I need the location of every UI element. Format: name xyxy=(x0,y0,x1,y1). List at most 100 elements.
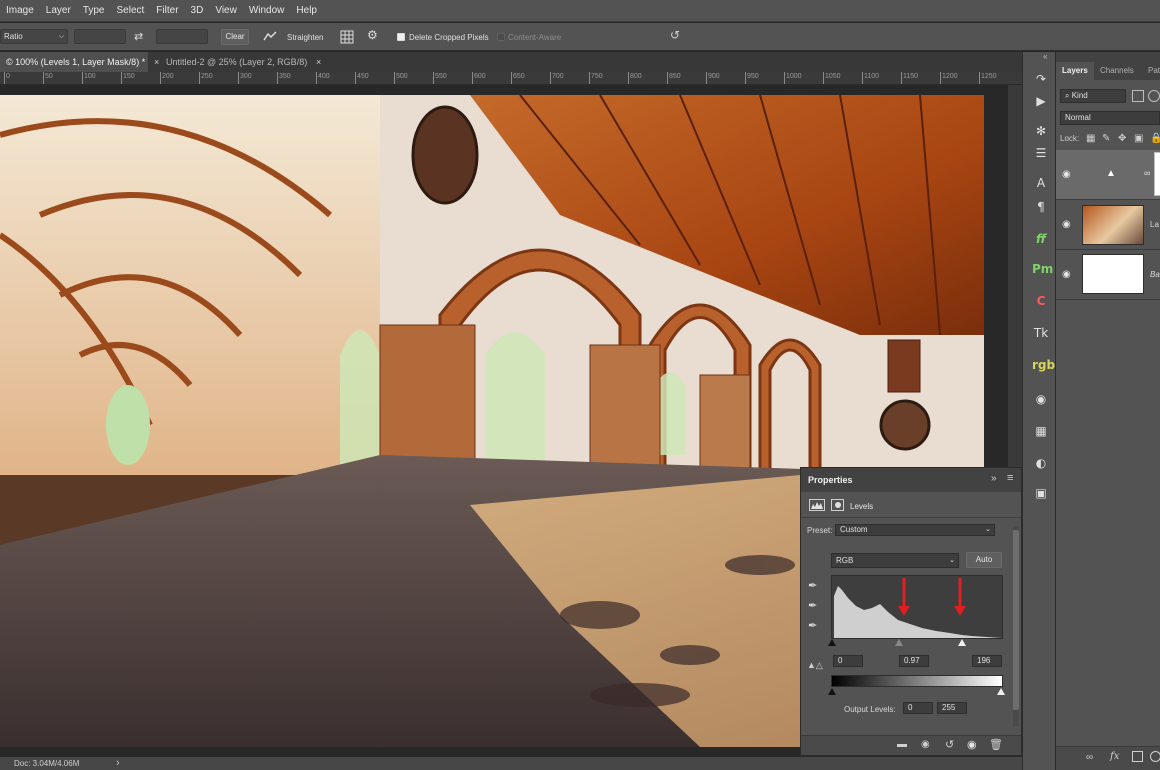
kind-filter-select[interactable]: ⌕ Kind xyxy=(1060,89,1126,103)
close-icon[interactable]: × xyxy=(316,52,321,72)
fx-icon[interactable]: fx xyxy=(1110,751,1119,762)
levels-adjustment-icon[interactable] xyxy=(809,499,825,511)
eye-icon[interactable]: ◉ xyxy=(1062,169,1073,180)
height-input[interactable] xyxy=(156,29,208,44)
tab-paths[interactable]: Path xyxy=(1142,62,1160,80)
input-white-slider[interactable] xyxy=(958,639,966,646)
collapse-icon[interactable]: « xyxy=(1043,52,1047,61)
tab-untitled-2[interactable]: Untitled-2 @ 25% (Layer 2, RGB/8) * xyxy=(160,52,310,87)
eye-icon[interactable]: ◉ xyxy=(1062,269,1073,280)
input-white-field[interactable]: 196 xyxy=(972,655,1002,667)
output-black-field[interactable]: 0 xyxy=(903,702,933,714)
lock-transparent-icon[interactable]: ▦ xyxy=(1086,133,1095,144)
lock-move-icon[interactable]: ✥ xyxy=(1118,133,1126,144)
eye-icon[interactable]: ◉ xyxy=(1062,219,1073,230)
tab-layers[interactable]: Layers xyxy=(1056,62,1094,80)
straighten-icon[interactable] xyxy=(263,31,277,41)
status-menu-arrow[interactable]: › xyxy=(116,757,120,769)
input-black-field[interactable]: 0 xyxy=(833,655,863,667)
ruler-number: 850 xyxy=(669,73,681,80)
plugin-rgb-icon[interactable]: rgb xyxy=(1032,356,1055,374)
image-filter-icon[interactable] xyxy=(1132,90,1144,102)
lock-all-icon[interactable]: 🔒 xyxy=(1150,133,1160,144)
menu-type[interactable]: Type xyxy=(77,5,111,16)
plugin-tk-icon[interactable]: Tk xyxy=(1032,324,1050,342)
brushes-icon[interactable]: ☰ xyxy=(1032,144,1050,162)
trash-icon[interactable]: 🗑 xyxy=(989,738,1003,751)
adjustments-icon[interactable]: ◐ xyxy=(1032,454,1050,472)
history-icon[interactable]: ↷ xyxy=(1032,70,1050,88)
menu-view[interactable]: View xyxy=(209,5,243,16)
auto-button[interactable]: Auto xyxy=(966,552,1002,568)
panel-menu-icon[interactable]: ≡ xyxy=(1007,472,1013,484)
menu-image[interactable]: Image xyxy=(0,5,40,16)
gray-eyedropper-icon[interactable]: ✒ xyxy=(808,599,817,612)
overlay-grid-icon[interactable] xyxy=(340,30,354,46)
tab-channels[interactable]: Channels xyxy=(1094,62,1140,80)
output-white-field[interactable]: 255 xyxy=(937,702,967,714)
output-white-slider[interactable] xyxy=(997,688,1005,695)
properties-scrollbar[interactable] xyxy=(1013,526,1019,726)
swap-icon[interactable]: ⇄ xyxy=(134,30,143,43)
eye-icon[interactable]: ◉ xyxy=(967,738,977,751)
preset-select[interactable]: Custom ⌄ xyxy=(835,524,995,536)
ratio-select[interactable]: Ratio ⌵ xyxy=(0,29,68,44)
levels-histogram[interactable] xyxy=(831,575,1003,639)
layer-mask-thumbnail[interactable] xyxy=(1154,152,1160,196)
black-eyedropper-icon[interactable]: ✒ xyxy=(808,579,817,592)
delete-cropped-checkbox[interactable] xyxy=(397,33,405,41)
menu-layer[interactable]: Layer xyxy=(40,5,77,16)
layer-row-levels[interactable]: ◉ ▲ ∞ xyxy=(1056,150,1160,200)
gear-icon[interactable]: ⚙ xyxy=(367,28,378,42)
brush-settings-icon[interactable]: ✻ xyxy=(1032,122,1050,140)
white-eyedropper-icon[interactable]: ✒ xyxy=(808,619,817,632)
grid-icon[interactable]: ▦ xyxy=(1032,422,1050,440)
link-layers-icon[interactable]: ∞ xyxy=(1086,752,1093,763)
expand-icon[interactable]: » xyxy=(991,473,997,484)
lock-artboard-icon[interactable]: ▣ xyxy=(1134,133,1143,144)
clear-button[interactable]: Clear xyxy=(221,29,249,45)
link-icon[interactable]: ∞ xyxy=(1144,168,1150,178)
menu-window[interactable]: Window xyxy=(243,5,291,16)
plugin-c-icon[interactable]: C xyxy=(1032,292,1050,310)
clip-to-layer-icon[interactable]: ▬ xyxy=(897,739,907,750)
swatches-icon[interactable]: ◉ xyxy=(1032,390,1050,408)
menu-filter[interactable]: Filter xyxy=(150,5,184,16)
adjustment-filter-icon[interactable] xyxy=(1148,90,1160,102)
add-mask-icon[interactable] xyxy=(1132,751,1143,762)
menu-help[interactable]: Help xyxy=(290,5,323,16)
view-previous-icon[interactable]: ◉ xyxy=(921,739,930,750)
ruler-tick xyxy=(784,72,785,84)
output-black-slider[interactable] xyxy=(828,688,836,695)
layer-row-photo[interactable]: ◉ La xyxy=(1056,200,1160,250)
scrollbar-thumb[interactable] xyxy=(1013,530,1019,710)
styles-icon[interactable]: ▣ xyxy=(1032,484,1050,502)
input-gamma-slider[interactable] xyxy=(895,639,903,646)
play-icon[interactable]: ▶ xyxy=(1032,92,1050,110)
channel-select[interactable]: RGB ⌄ xyxy=(831,553,959,568)
ruler-number: 950 xyxy=(747,73,759,80)
content-aware-checkbox[interactable] xyxy=(497,33,505,41)
mask-icon[interactable] xyxy=(831,499,844,511)
menu-3d[interactable]: 3D xyxy=(185,5,210,16)
lock-paint-icon[interactable]: ✎ xyxy=(1102,133,1110,144)
layer-row-background[interactable]: ◉ Ba xyxy=(1056,250,1160,300)
plugin-pm-icon[interactable]: Pm xyxy=(1032,260,1053,278)
input-black-slider[interactable] xyxy=(828,639,836,646)
input-gamma-field[interactable]: 0.97 xyxy=(899,655,929,667)
reset-icon[interactable]: ↺ xyxy=(670,28,680,42)
character-icon[interactable]: A xyxy=(1032,174,1050,192)
horizontal-ruler[interactable]: 0 50 100 150 200 250 300 350 400 450 500 550 600 650 7… xyxy=(0,72,1022,85)
paragraph-icon[interactable]: ¶ xyxy=(1032,198,1050,216)
close-icon[interactable]: × xyxy=(154,52,159,72)
plugin-ff-icon[interactable]: ff xyxy=(1032,230,1050,248)
menu-select[interactable]: Select xyxy=(111,5,151,16)
tab-levels-document[interactable]: © 100% (Levels 1, Layer Mask/8) * xyxy=(0,52,148,72)
levels-adjustment-icon: ▲ xyxy=(1106,168,1116,179)
reset-icon[interactable]: ↺ xyxy=(945,738,954,751)
clipping-icon[interactable]: ▲△ xyxy=(807,660,823,671)
width-input[interactable] xyxy=(74,29,126,44)
blend-mode-select[interactable]: Normal xyxy=(1060,111,1160,125)
new-adjustment-icon[interactable] xyxy=(1150,751,1160,762)
doc-size[interactable]: Doc: 3.04M/4.06M xyxy=(14,759,79,768)
